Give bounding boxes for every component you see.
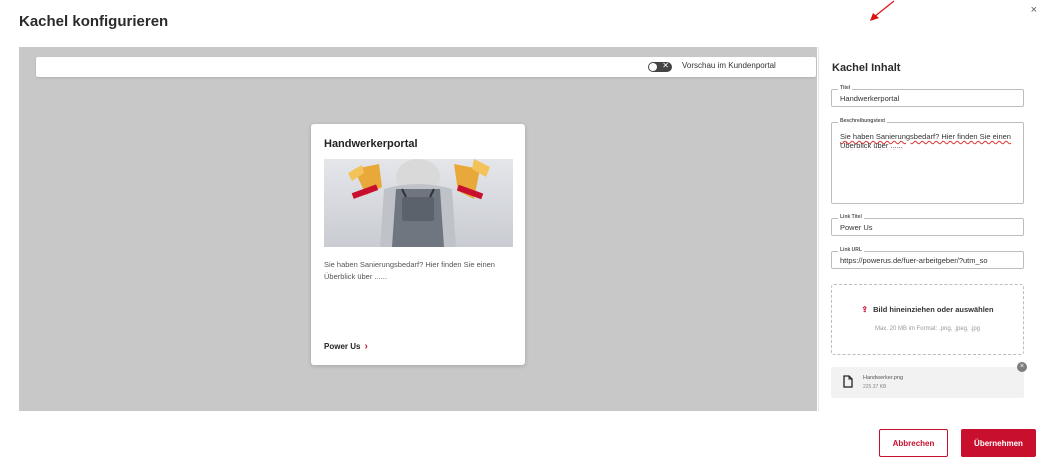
tile-image (324, 159, 513, 247)
file-size: 225.37 KB (863, 384, 887, 390)
toggle-knob (649, 63, 657, 71)
title-field[interactable]: Titel Handwerkerportal (831, 85, 1024, 107)
dropzone-label: Bild hineinziehen oder auswählen (873, 305, 994, 314)
link-title-field-value: Power Us (840, 223, 873, 232)
dialog-title: Kachel konfigurieren (19, 13, 169, 30)
link-url-field-value: https://powerus.de/fuer-arbeitgeber/?utm… (840, 256, 988, 265)
title-field-value: Handwerkerportal (840, 94, 900, 103)
panel-title: Kachel Inhalt (832, 62, 901, 74)
upload-icon: ⇪ (861, 305, 869, 314)
customer-portal-preview-toggle[interactable]: ✕ (648, 61, 672, 72)
annotation-arrow-icon (870, 0, 895, 21)
chevron-right-icon: › (364, 341, 368, 352)
apply-button[interactable]: Übernehmen (961, 429, 1036, 457)
image-dropzone[interactable]: ⇪ Bild hineinziehen oder auswählen Max. 2… (831, 284, 1024, 355)
close-icon[interactable]: × (1031, 4, 1037, 16)
remove-file-icon[interactable]: × (1017, 362, 1027, 372)
dropzone-label-row: ⇪ Bild hineinziehen oder auswählen (832, 305, 1023, 314)
tile-preview-card: Handwerkerportal Sie haben Sanierungsbed… (311, 124, 525, 365)
link-url-field-label: Link URL (838, 247, 864, 253)
tile-content-panel: Kachel Inhalt Titel Handwerkerportal Bes… (818, 47, 1036, 411)
uploaded-file: Handwerker.png 225.37 KB (831, 367, 1024, 398)
link-url-field[interactable]: Link URL https://powerus.de/fuer-arbeitg… (831, 247, 1024, 269)
cancel-button[interactable]: Abbrechen (879, 429, 948, 457)
craftsman-illustration (348, 159, 490, 247)
title-field-label: Titel (838, 85, 853, 91)
tile-link-label: Power Us (324, 342, 361, 351)
preview-toggle-label: Vorschau im Kundenportal (682, 61, 776, 70)
description-field-value: Sie haben Sanierungsbedarf? Hier finden … (840, 132, 1011, 150)
tile-title: Handwerkerportal (324, 138, 418, 150)
configure-tile-dialog: Kachel konfigurieren × ✕ Vorschau im Kun… (0, 0, 1039, 459)
tile-preview-area: ✕ Vorschau im Kundenportal Handwerkerpor… (19, 47, 817, 411)
link-title-field-label: Link Titel (838, 214, 864, 220)
description-field[interactable]: Beschreibungstext Sie haben Sanierungsbe… (831, 118, 1024, 204)
toggle-off-icon: ✕ (662, 61, 669, 70)
link-title-field[interactable]: Link Titel Power Us (831, 214, 1024, 236)
tile-link[interactable]: Power Us › (324, 341, 368, 352)
tile-description: Sie haben Sanierungsbedarf? Hier finden … (324, 260, 495, 281)
preview-toolbar: ✕ Vorschau im Kundenportal (36, 57, 816, 77)
description-field-label: Beschreibungstext (838, 118, 888, 124)
file-icon (843, 375, 853, 388)
file-name: Handwerker.png (863, 375, 904, 381)
dropzone-hint: Max. 20 MB im Format: .png, .jpeg, .jpg (874, 326, 981, 332)
